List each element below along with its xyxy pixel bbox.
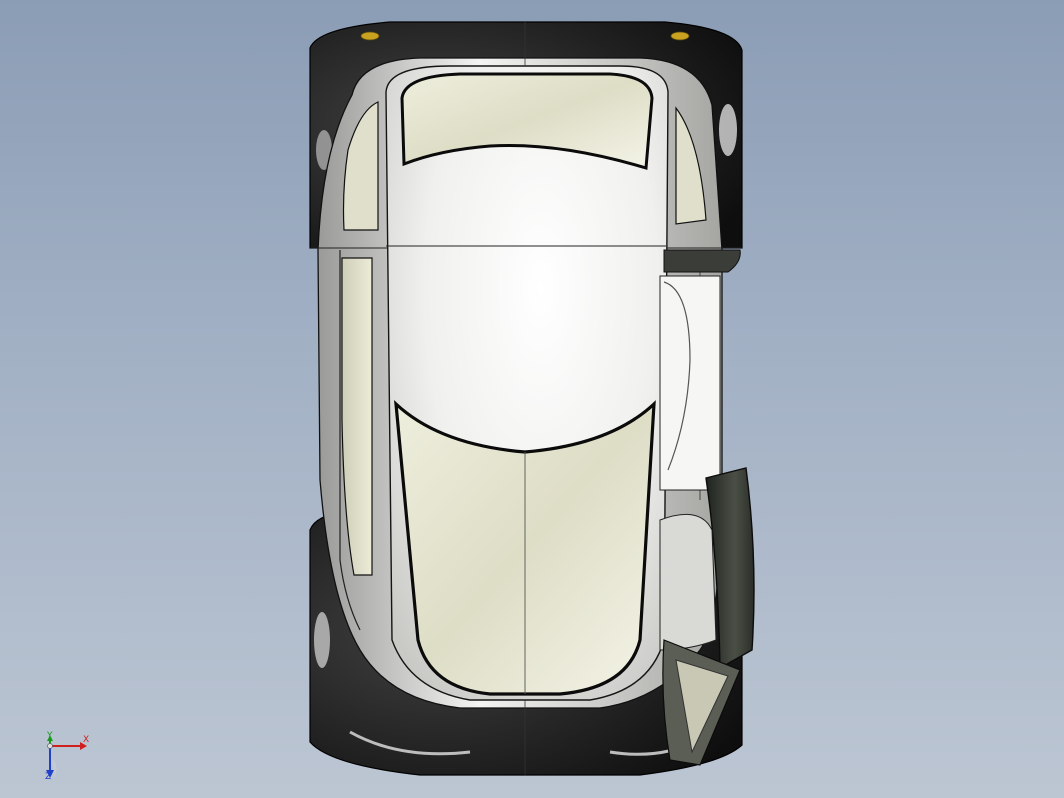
car-model-top-view[interactable] <box>0 0 1064 798</box>
triad-y-label: Y <box>47 731 53 741</box>
reference-triad: X Y Z <box>38 732 98 784</box>
graphics-viewport[interactable]: X Y Z <box>0 0 1064 798</box>
triad-z-label: Z <box>45 772 52 782</box>
triad-x-label: X <box>83 735 90 745</box>
left-side-window <box>341 101 379 576</box>
